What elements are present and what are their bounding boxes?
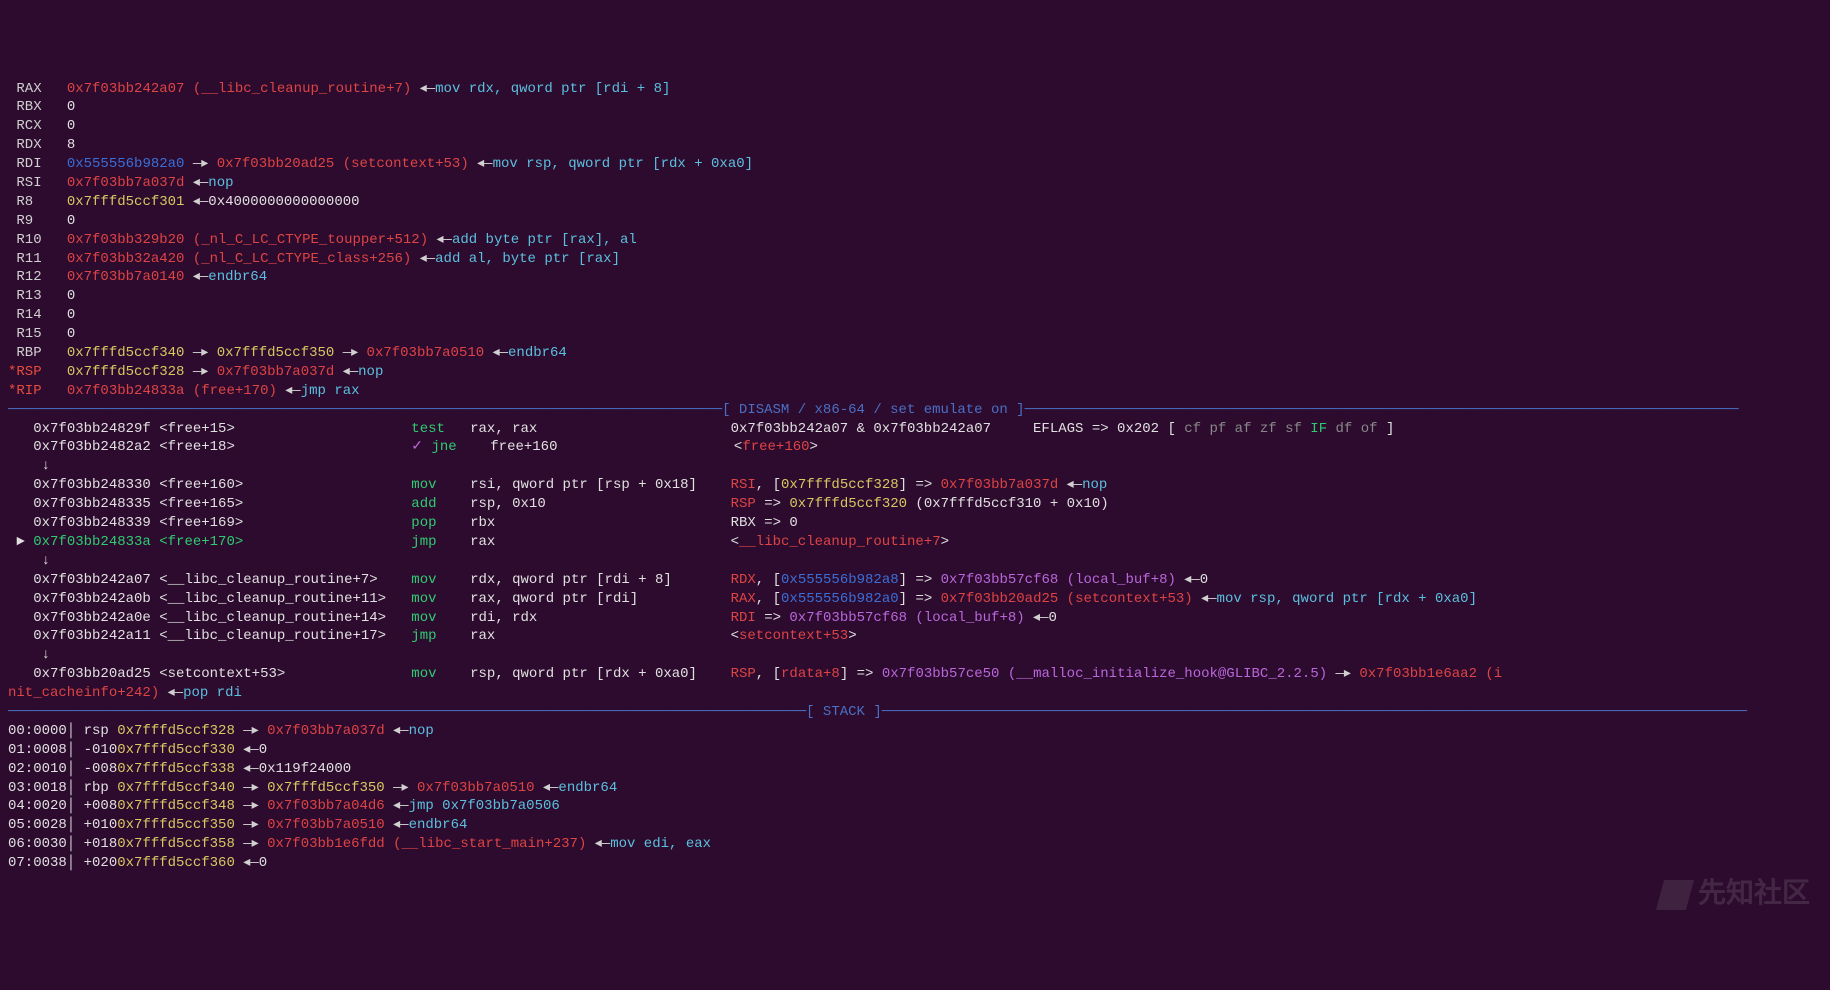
- register-row: *RSP 0x7fffd5ccf328 —▸ 0x7f03bb7a037d ◂—…: [8, 363, 1822, 382]
- register-row: RAX 0x7f03bb242a07 (__libc_cleanup_routi…: [8, 80, 1822, 99]
- stack-row: 06:0030│ +0180x7fffd5ccf358 —▸ 0x7f03bb1…: [8, 835, 1822, 854]
- disasm-row: 0x7f03bb242a0e <__libc_cleanup_routine+1…: [8, 609, 1822, 628]
- disasm-continuation: nit_cacheinfo+242) ◂—pop rdi: [8, 684, 1822, 703]
- register-row: RBX 0: [8, 98, 1822, 117]
- register-name: RBX: [8, 99, 50, 115]
- register-row: RDI 0x555556b982a0 —▸ 0x7f03bb20ad25 (se…: [8, 155, 1822, 174]
- register-row: RSI 0x7f03bb7a037d ◂—nop: [8, 174, 1822, 193]
- register-row: RDX 8: [8, 136, 1822, 155]
- stack-row: 00:0000│ rsp 0x7fffd5ccf328 —▸ 0x7f03bb7…: [8, 722, 1822, 741]
- register-row: R12 0x7f03bb7a0140 ◂—endbr64: [8, 268, 1822, 287]
- disasm-row: 0x7f03bb2482a2 <free+18> ✓ jne free+160 …: [8, 438, 1822, 457]
- disasm-row: ↓: [8, 552, 1822, 571]
- register-row: R9 0: [8, 212, 1822, 231]
- stack-section-header: ────────────────────────────────────────…: [8, 703, 1822, 722]
- register-row: R13 0: [8, 287, 1822, 306]
- register-name: RSI: [8, 175, 50, 191]
- register-row: RCX 0: [8, 117, 1822, 136]
- disasm-row: 0x7f03bb24829f <free+15> test rax, rax 0…: [8, 420, 1822, 439]
- register-name: RDI: [8, 156, 50, 172]
- stack-row: 07:0038│ +0200x7fffd5ccf360 ◂—0: [8, 854, 1822, 873]
- disasm-row: 0x7f03bb242a11 <__libc_cleanup_routine+1…: [8, 627, 1822, 646]
- register-name: *RIP: [8, 383, 50, 399]
- register-row: R8 0x7fffd5ccf301 ◂—0x4000000000000000: [8, 193, 1822, 212]
- register-name: R10: [8, 232, 50, 248]
- register-name: *RSP: [8, 364, 50, 380]
- stack-row: 02:0010│ -0080x7fffd5ccf338 ◂—0x119f2400…: [8, 760, 1822, 779]
- register-row: RBP 0x7fffd5ccf340 —▸ 0x7fffd5ccf350 —▸ …: [8, 344, 1822, 363]
- watermark: 先知社区: [1660, 874, 1810, 912]
- stack-row: 01:0008│ -0100x7fffd5ccf330 ◂—0: [8, 741, 1822, 760]
- register-name: R9: [8, 213, 50, 229]
- register-row: *RIP 0x7f03bb24833a (free+170) ◂—jmp rax: [8, 382, 1822, 401]
- register-name: RBP: [8, 345, 50, 361]
- disasm-row: 0x7f03bb242a07 <__libc_cleanup_routine+7…: [8, 571, 1822, 590]
- register-name: RDX: [8, 137, 50, 153]
- disasm-row: 0x7f03bb248339 <free+169> pop rbx RBX =>…: [8, 514, 1822, 533]
- register-name: R8: [8, 194, 50, 210]
- disasm-row: ↓: [8, 457, 1822, 476]
- register-row: R14 0: [8, 306, 1822, 325]
- disasm-row: ↓: [8, 646, 1822, 665]
- stack-row: 03:0018│ rbp 0x7fffd5ccf340 —▸ 0x7fffd5c…: [8, 779, 1822, 798]
- disasm-row: ► 0x7f03bb24833a <free+170> jmp rax <__l…: [8, 533, 1822, 552]
- register-row: R10 0x7f03bb329b20 (_nl_C_LC_CTYPE_toupp…: [8, 231, 1822, 250]
- disasm-row: 0x7f03bb20ad25 <setcontext+53> mov rsp, …: [8, 665, 1822, 684]
- register-name: R15: [8, 326, 50, 342]
- register-name: R13: [8, 288, 50, 304]
- disasm-section-header: ────────────────────────────────────────…: [8, 401, 1822, 420]
- stack-row: 05:0028│ +0100x7fffd5ccf350 —▸ 0x7f03bb7…: [8, 816, 1822, 835]
- register-name: R12: [8, 269, 50, 285]
- stack-row: 04:0020│ +0080x7fffd5ccf348 —▸ 0x7f03bb7…: [8, 797, 1822, 816]
- disasm-row: 0x7f03bb242a0b <__libc_cleanup_routine+1…: [8, 590, 1822, 609]
- disasm-row: 0x7f03bb248335 <free+165> add rsp, 0x10 …: [8, 495, 1822, 514]
- disasm-row: 0x7f03bb248330 <free+160> mov rsi, qword…: [8, 476, 1822, 495]
- register-name: RCX: [8, 118, 50, 134]
- register-name: RAX: [8, 81, 50, 97]
- register-row: R15 0: [8, 325, 1822, 344]
- register-name: R14: [8, 307, 50, 323]
- register-row: R11 0x7f03bb32a420 (_nl_C_LC_CTYPE_class…: [8, 250, 1822, 269]
- debugger-output: RAX 0x7f03bb242a07 (__libc_cleanup_routi…: [8, 80, 1822, 873]
- register-name: R11: [8, 251, 50, 267]
